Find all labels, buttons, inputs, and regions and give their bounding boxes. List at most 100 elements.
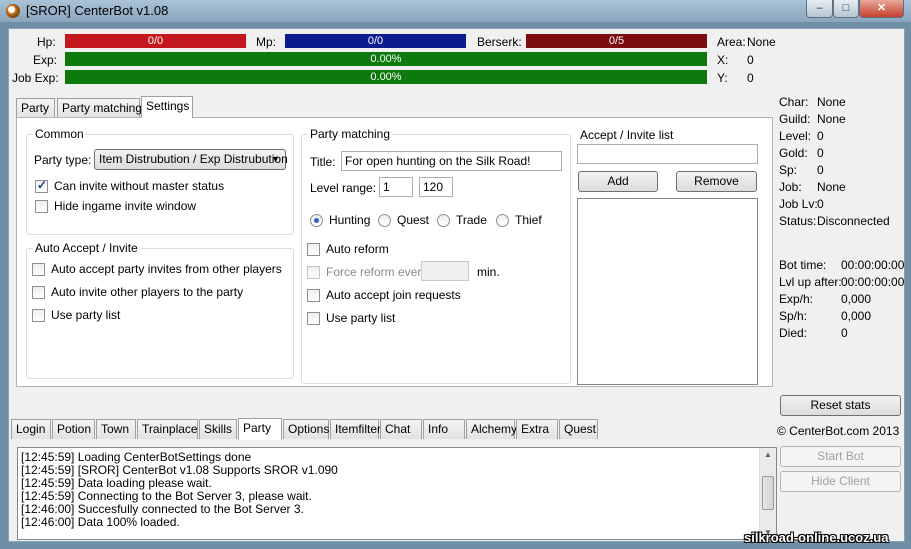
auto-invite-others-label[interactable]: Auto invite other players to the party	[51, 285, 243, 299]
quest-radio[interactable]	[378, 214, 391, 227]
tab-info[interactable]: Info	[423, 419, 465, 439]
force-reform-label: Force reform every:	[326, 265, 431, 279]
job-exp-label: Job Exp:	[12, 71, 59, 85]
sp-per-hour-label: Sp/h:	[779, 309, 808, 323]
use-party-list-label[interactable]: Use party list	[51, 308, 120, 322]
use-party-list-checkbox[interactable]	[32, 309, 45, 322]
common-group-title: Common	[33, 127, 86, 141]
area-label: Area:	[717, 35, 746, 49]
party-type-select[interactable]: Item Distrubution / Exp Distrubution ▼	[94, 149, 288, 170]
trade-radio[interactable]	[437, 214, 450, 227]
subtab-party-matching[interactable]: Party matching	[57, 98, 142, 118]
accept-invite-listbox[interactable]	[577, 198, 758, 385]
tab-trainplace[interactable]: Trainplace	[137, 419, 198, 439]
force-reform-minutes-input[interactable]	[421, 261, 469, 281]
tab-alchemy[interactable]: Alchemy	[466, 419, 517, 439]
sp-label: Sp:	[779, 163, 798, 177]
berserk-bar: 0/5	[526, 34, 707, 48]
level-value: 0	[817, 129, 824, 143]
hp-label: Hp:	[37, 35, 56, 49]
auto-accept-group: Auto Accept / Invite Auto accept party i…	[26, 241, 294, 379]
mp-label: Mp:	[256, 35, 277, 49]
level-min-input[interactable]: 1	[379, 177, 413, 197]
title-bar[interactable]: [SROR] CenterBot v1.08 – □ ✕	[0, 0, 911, 22]
tab-potion[interactable]: Potion	[52, 419, 95, 439]
close-button[interactable]: ✕	[859, 0, 904, 18]
settings-panel: Common Party type: Item Distrubution / E…	[16, 117, 773, 387]
can-invite-label[interactable]: Can invite without master status	[54, 179, 224, 193]
auto-reform-label[interactable]: Auto reform	[326, 242, 389, 256]
log-box[interactable]: [12:45:59] Loading CenterBotSettings don…	[17, 447, 777, 540]
tab-chat[interactable]: Chat	[380, 419, 422, 439]
subtab-settings[interactable]: Settings	[141, 96, 193, 118]
thief-radio[interactable]	[496, 214, 509, 227]
auto-reform-checkbox[interactable]	[307, 243, 320, 256]
sp-value: 0	[817, 163, 824, 177]
subtab-party[interactable]: Party	[16, 98, 55, 118]
tab-quest[interactable]: Quest	[559, 419, 598, 439]
level-max-input[interactable]: 120	[419, 177, 453, 197]
auto-accept-join-label[interactable]: Auto accept join requests	[326, 288, 461, 302]
common-group: Common Party type: Item Distrubution / E…	[26, 127, 294, 235]
maximize-button[interactable]: □	[833, 0, 859, 18]
status-value: Disconnected	[817, 214, 890, 228]
hide-invite-checkbox[interactable]	[35, 200, 48, 213]
lvl-up-after-label: Lvl up after:	[779, 275, 842, 289]
char-label: Char:	[779, 95, 809, 109]
accept-invite-name-input[interactable]	[577, 144, 758, 164]
auto-accept-invites-checkbox[interactable]	[32, 263, 45, 276]
log-line: [12:46:00] Succesfully connected to the …	[21, 502, 304, 516]
quest-label[interactable]: Quest	[397, 213, 429, 227]
hide-invite-label[interactable]: Hide ingame invite window	[54, 199, 196, 213]
remove-button[interactable]: Remove	[676, 171, 757, 192]
add-button[interactable]: Add	[578, 171, 658, 192]
hunting-label[interactable]: Hunting	[329, 213, 370, 227]
x-value: 0	[747, 53, 754, 67]
level-label: Level:	[779, 129, 812, 143]
hunting-radio[interactable]	[310, 214, 323, 227]
start-bot-button[interactable]: Start Bot	[780, 446, 901, 467]
pm-title-label: Title:	[310, 155, 336, 169]
hide-client-button[interactable]: Hide Client	[780, 471, 901, 492]
party-matching-group-title: Party matching	[308, 127, 393, 141]
auto-invite-others-checkbox[interactable]	[32, 286, 45, 299]
died-value: 0	[841, 326, 848, 340]
tab-login[interactable]: Login	[11, 419, 51, 439]
bot-time-label: Bot time:	[779, 258, 827, 272]
pm-title-input[interactable]: For open hunting on the Silk Road!	[341, 151, 562, 171]
chevron-down-icon: ▼	[271, 154, 280, 164]
x-label: X:	[717, 53, 729, 67]
exp-per-hour-value: 0,000	[841, 292, 872, 306]
tab-itemfilter[interactable]: Itemfilter	[330, 419, 381, 439]
tab-options[interactable]: Options	[283, 419, 329, 439]
job-value: None	[817, 180, 846, 194]
auto-accept-join-checkbox[interactable]	[307, 289, 320, 302]
scroll-up-icon[interactable]: ▲	[764, 450, 772, 459]
thief-label[interactable]: Thief	[515, 213, 542, 227]
gold-value: 0	[817, 146, 824, 160]
reset-stats-button[interactable]: Reset stats	[780, 395, 901, 416]
tab-party[interactable]: Party	[238, 418, 282, 440]
guild-label: Guild:	[779, 112, 811, 126]
lvl-up-after-value: 00:00:00:00	[841, 275, 905, 289]
died-label: Died:	[779, 326, 808, 340]
trade-label[interactable]: Trade	[456, 213, 487, 227]
force-reform-checkbox[interactable]	[307, 266, 320, 279]
party-type-label: Party type:	[34, 153, 92, 167]
scroll-thumb[interactable]	[762, 476, 774, 510]
exp-label: Exp:	[33, 53, 58, 67]
gold-label: Gold:	[779, 146, 808, 160]
log-line: [12:45:59] [SROR] CenterBot v1.08 Suppor…	[21, 463, 338, 477]
can-invite-checkbox[interactable]	[35, 178, 48, 193]
pm-use-party-list-label[interactable]: Use party list	[326, 311, 395, 325]
exp-bar: 0.00%	[65, 52, 707, 66]
minimize-button[interactable]: –	[806, 0, 833, 18]
auto-accept-invites-label[interactable]: Auto accept party invites from other pla…	[51, 262, 282, 276]
tab-town[interactable]: Town	[96, 419, 136, 439]
pm-use-party-list-checkbox[interactable]	[307, 312, 320, 325]
auto-accept-group-title: Auto Accept / Invite	[33, 241, 140, 255]
tab-skills[interactable]: Skills	[199, 419, 237, 439]
job-label: Job:	[779, 180, 802, 194]
tab-extra[interactable]: Extra	[516, 419, 558, 439]
log-scrollbar[interactable]: ▲ ▼	[759, 448, 776, 539]
